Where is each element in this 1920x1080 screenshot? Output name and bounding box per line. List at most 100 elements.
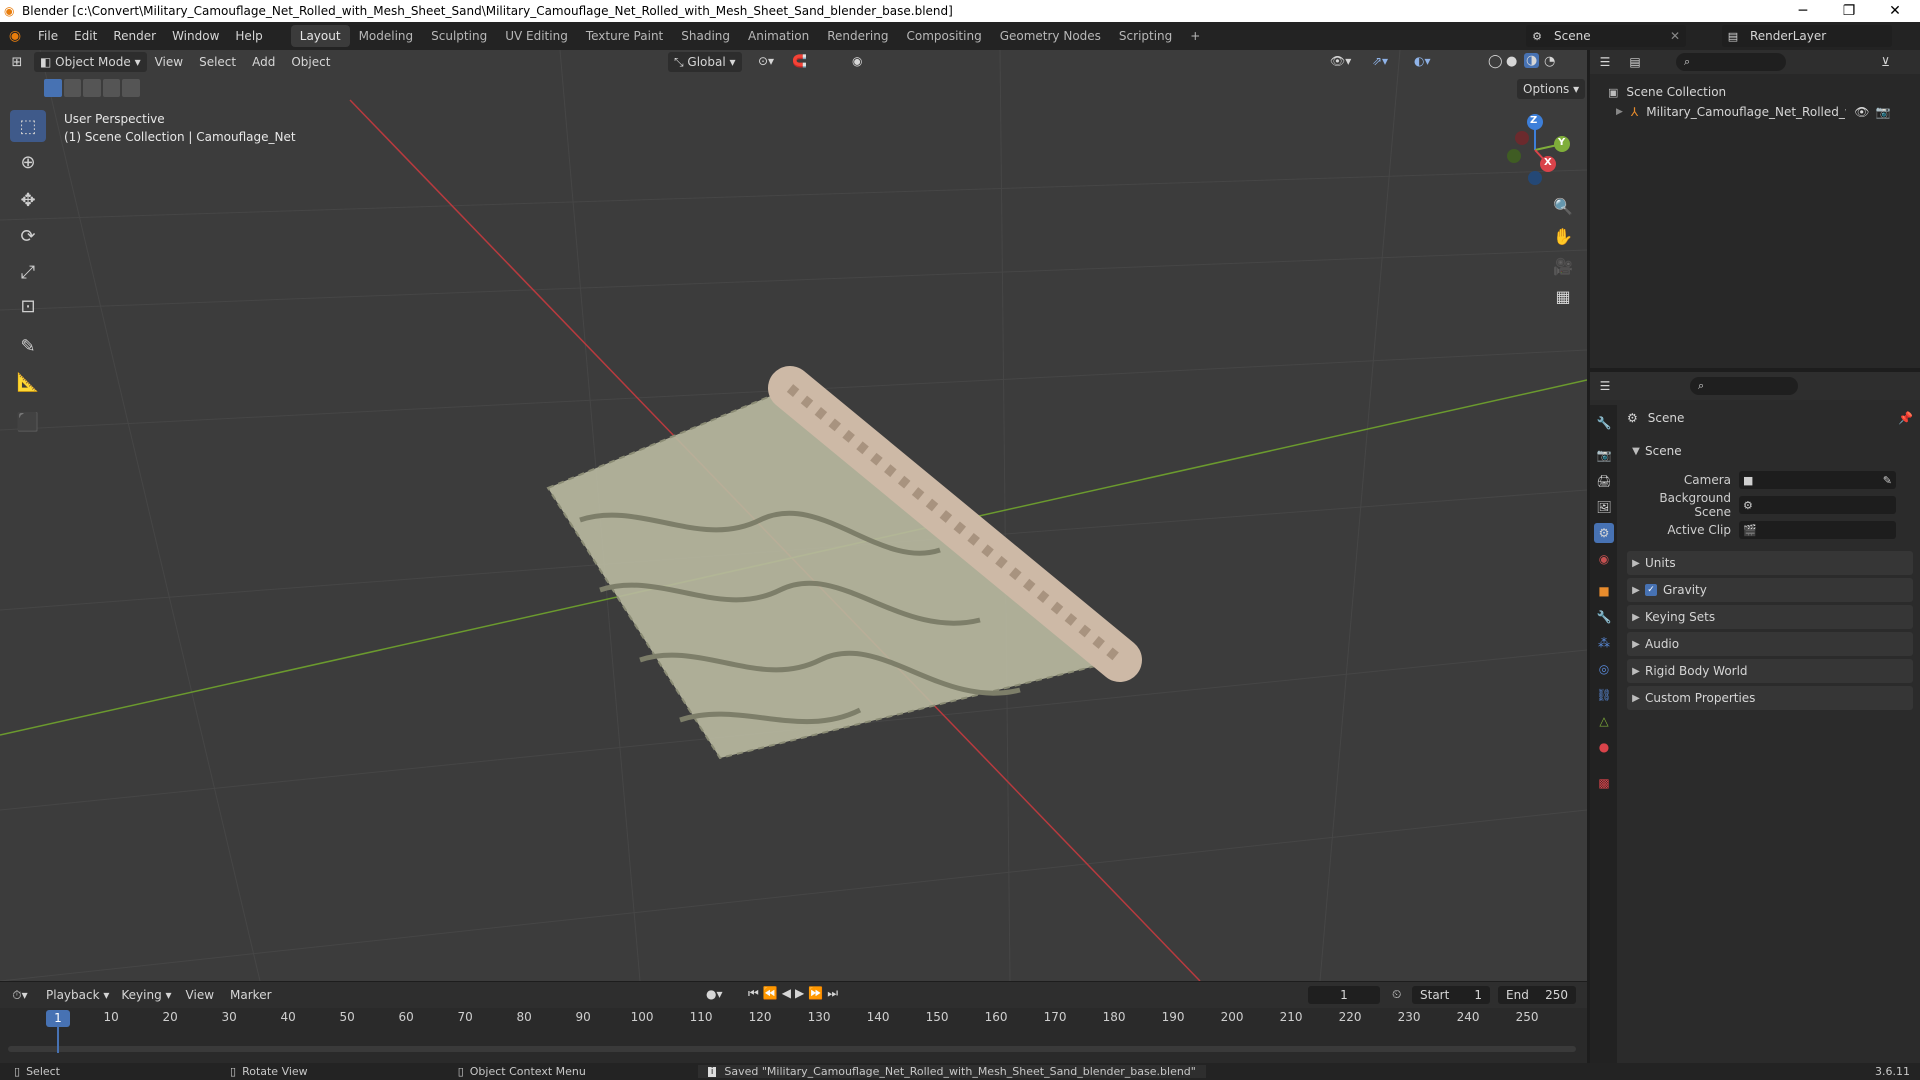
next-keyframe-icon[interactable]: ⏩ bbox=[808, 986, 827, 1000]
prev-keyframe-icon[interactable]: ⏪ bbox=[763, 986, 782, 1000]
scene-section-header[interactable]: ▼ Scene bbox=[1627, 439, 1913, 463]
scene-tab-icon[interactable]: ⚙ bbox=[1594, 523, 1614, 543]
tab-layout[interactable]: Layout bbox=[290, 25, 350, 47]
camera-view-icon[interactable]: 🎥 bbox=[1549, 252, 1577, 280]
menu-edit[interactable]: Edit bbox=[66, 29, 105, 43]
eyedropper-icon[interactable]: ✎ bbox=[1883, 474, 1892, 487]
move-tool[interactable]: ✥ bbox=[10, 184, 46, 216]
physics-tab-icon[interactable]: ◎ bbox=[1594, 659, 1614, 679]
select-invert-icon[interactable] bbox=[102, 79, 121, 97]
visibility-icon[interactable]: 👁▾ bbox=[1330, 54, 1351, 68]
close-icon[interactable]: ✕ bbox=[1670, 29, 1680, 43]
tool-tab-icon[interactable]: 🔧 bbox=[1594, 413, 1614, 433]
timeline-view-menu[interactable]: View bbox=[178, 988, 222, 1002]
tab-scripting[interactable]: Scripting bbox=[1110, 25, 1181, 47]
render-tab-icon[interactable]: 📷 bbox=[1594, 445, 1614, 465]
particles-tab-icon[interactable]: ⁂ bbox=[1594, 633, 1614, 653]
3d-viewport[interactable] bbox=[0, 50, 1587, 981]
ortho-toggle-icon[interactable]: ▦ bbox=[1549, 282, 1577, 310]
output-tab-icon[interactable]: 🖨 bbox=[1594, 471, 1614, 491]
custom-properties-panel[interactable]: ▶ Custom Properties bbox=[1627, 686, 1913, 710]
object-mode-dropdown[interactable]: ◧ Object Mode ▾ bbox=[34, 52, 147, 72]
tab-sculpting[interactable]: Sculpting bbox=[422, 25, 496, 47]
tab-shading[interactable]: Shading bbox=[672, 25, 739, 47]
pivot-point-icon[interactable]: ⊙▾ bbox=[758, 54, 774, 68]
minimize-button[interactable]: ─ bbox=[1780, 0, 1826, 22]
blender-menu-icon[interactable]: ◉ bbox=[0, 28, 30, 44]
zoom-icon[interactable]: 🔍 bbox=[1549, 192, 1577, 220]
marker-menu[interactable]: Marker bbox=[222, 988, 279, 1002]
playhead[interactable]: 1 bbox=[46, 1010, 70, 1027]
tab-compositing[interactable]: Compositing bbox=[897, 25, 990, 47]
end-frame-field[interactable]: End 250 bbox=[1498, 986, 1576, 1004]
maximize-button[interactable]: ❐ bbox=[1826, 0, 1872, 22]
scale-tool[interactable]: ⤢ bbox=[10, 256, 46, 288]
pin-icon[interactable]: 📌 bbox=[1898, 411, 1913, 425]
cursor-tool[interactable]: ⊕ bbox=[10, 146, 46, 178]
eye-icon[interactable]: 👁 bbox=[1854, 105, 1869, 119]
clock-icon[interactable]: ⏲ bbox=[1392, 987, 1401, 1002]
timeline-scrollbar[interactable] bbox=[8, 1046, 1576, 1052]
snap-icon[interactable]: 🧲 bbox=[792, 54, 807, 68]
scene-selector[interactable]: ⚙ Scene ✕ bbox=[1526, 25, 1686, 47]
transform-tool[interactable]: ⊡ bbox=[10, 290, 46, 322]
material-shading-icon[interactable]: ◑ bbox=[1524, 53, 1540, 68]
view-layer-tab-icon[interactable]: 🖼 bbox=[1594, 497, 1614, 517]
jump-start-icon[interactable]: ⏮ bbox=[748, 986, 763, 1000]
expand-arrow-icon[interactable]: ▶ bbox=[1616, 107, 1623, 117]
playback-menu[interactable]: Playback ▾ bbox=[40, 985, 115, 1005]
play-reverse-icon[interactable]: ◀ bbox=[782, 986, 795, 1000]
select-new-icon[interactable] bbox=[44, 79, 62, 97]
tab-geometry-nodes[interactable]: Geometry Nodes bbox=[991, 25, 1110, 47]
timeline-editor-icon[interactable]: ⏱▾ bbox=[0, 988, 40, 1003]
close-button[interactable]: ✕ bbox=[1872, 0, 1918, 22]
properties-editor-icon[interactable]: ☰ bbox=[1590, 379, 1620, 393]
rendered-shading-icon[interactable]: ◔ bbox=[1544, 54, 1555, 69]
viewport-menu-select[interactable]: Select bbox=[191, 55, 244, 69]
menu-render[interactable]: Render bbox=[105, 29, 164, 43]
select-subtract-icon[interactable] bbox=[83, 79, 101, 97]
start-frame-field[interactable]: Start 1 bbox=[1412, 986, 1490, 1004]
display-mode-icon[interactable]: ▤ bbox=[1620, 55, 1650, 69]
camera-render-icon[interactable]: 📷 bbox=[1876, 105, 1891, 119]
keying-menu[interactable]: Keying ▾ bbox=[115, 985, 177, 1005]
select-box-tool[interactable]: ⬚ bbox=[10, 110, 46, 142]
outliner-scene-collection[interactable]: ▣ Scene Collection bbox=[1590, 82, 1920, 102]
menu-help[interactable]: Help bbox=[227, 29, 270, 43]
rigid-body-world-panel[interactable]: ▶ Rigid Body World bbox=[1627, 659, 1913, 683]
viewport-menu-add[interactable]: Add bbox=[244, 55, 283, 69]
proportional-edit-icon[interactable]: ◉ bbox=[852, 54, 862, 68]
tab-modeling[interactable]: Modeling bbox=[350, 25, 423, 47]
viewport-menu-object[interactable]: Object bbox=[283, 55, 338, 69]
units-panel[interactable]: ▶ Units bbox=[1627, 551, 1913, 575]
menu-file[interactable]: File bbox=[30, 29, 66, 43]
tab-texture-paint[interactable]: Texture Paint bbox=[577, 25, 672, 47]
camera-field[interactable]: ■ ✎ bbox=[1739, 471, 1896, 489]
active-clip-field[interactable]: 🎬 bbox=[1739, 521, 1896, 539]
pan-icon[interactable]: ✋ bbox=[1549, 222, 1577, 250]
tab-animation[interactable]: Animation bbox=[739, 25, 818, 47]
add-workspace-button[interactable]: + bbox=[1181, 25, 1209, 47]
annotate-tool[interactable]: ✎ bbox=[10, 330, 46, 362]
viewport-menu-view[interactable]: View bbox=[147, 55, 191, 69]
jump-end-icon[interactable]: ⏭ bbox=[827, 986, 842, 1000]
camouflage-net-mesh[interactable] bbox=[546, 366, 1142, 760]
world-tab-icon[interactable]: ◉ bbox=[1594, 549, 1614, 569]
record-icon[interactable]: ●▾ bbox=[706, 987, 723, 1001]
overlay-toggle-icon[interactable]: ◐▾ bbox=[1414, 54, 1431, 68]
texture-tab-icon[interactable]: ▩ bbox=[1594, 773, 1614, 793]
select-intersect-icon[interactable] bbox=[122, 79, 140, 97]
select-extend-icon[interactable] bbox=[63, 79, 82, 97]
outliner-search-input[interactable]: ⌕ bbox=[1676, 53, 1786, 71]
menu-window[interactable]: Window bbox=[164, 29, 227, 43]
material-tab-icon[interactable]: ● bbox=[1594, 737, 1614, 757]
wireframe-shading-icon[interactable]: ◯ bbox=[1488, 54, 1503, 69]
transform-orientation-dropdown[interactable]: ⤡ Global ▾ bbox=[668, 52, 742, 72]
modifier-tab-icon[interactable]: 🔧 bbox=[1594, 607, 1614, 627]
view-layer-selector[interactable]: ▤ RenderLayer bbox=[1722, 25, 1892, 47]
editor-type-icon[interactable]: ⊞ bbox=[0, 55, 34, 70]
background-scene-field[interactable]: ⚙ bbox=[1739, 496, 1896, 514]
properties-search-input[interactable]: ⌕ bbox=[1690, 377, 1798, 395]
gravity-checkbox[interactable]: ✓ bbox=[1645, 584, 1657, 596]
object-tab-icon[interactable]: ■ bbox=[1594, 581, 1614, 601]
